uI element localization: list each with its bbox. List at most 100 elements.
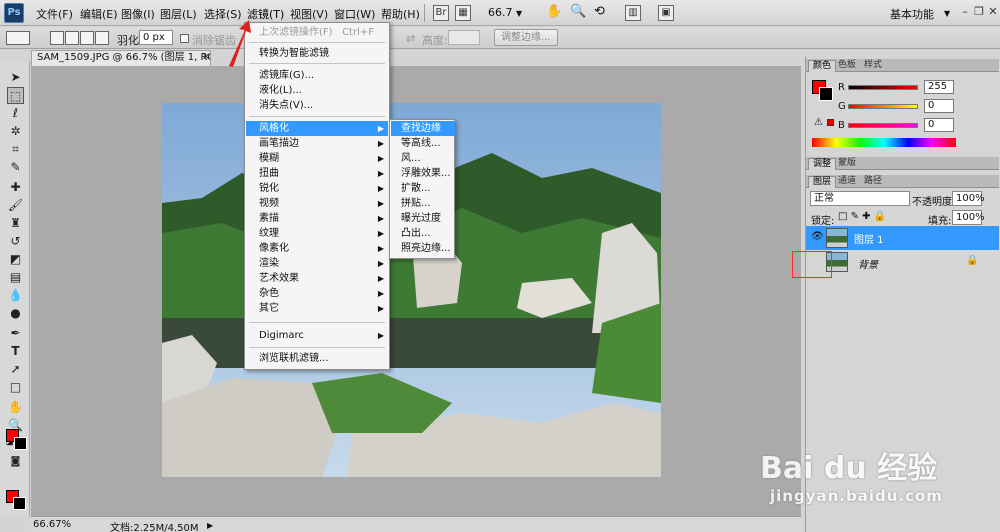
- menu-item-browse-filters-online[interactable]: 浏览联机滤镜...: [246, 351, 388, 366]
- close-icon[interactable]: ✕: [986, 5, 1000, 19]
- workspace-dropdown-icon[interactable]: ▼: [944, 9, 950, 18]
- tab-paths[interactable]: 路径: [860, 176, 886, 188]
- bg-color-preview[interactable]: [819, 87, 833, 101]
- g-slider[interactable]: [848, 104, 918, 109]
- zoom-dropdown-icon[interactable]: ▼: [516, 9, 522, 18]
- restore-icon[interactable]: ❐: [972, 5, 986, 19]
- layer-row[interactable]: 背景 🔒: [806, 250, 999, 274]
- pen-tool-icon[interactable]: ✒: [7, 325, 24, 342]
- layer-name[interactable]: 背景: [858, 256, 878, 271]
- zoom-tool-icon[interactable]: 🔍: [570, 4, 586, 19]
- menu-item-last-filter[interactable]: 上次滤镜操作(F) Ctrl+F: [246, 25, 388, 40]
- lock-icons[interactable]: □ ✎ ✚ 🔒: [838, 211, 886, 222]
- launch-bridge-icon[interactable]: Br: [433, 5, 449, 21]
- visibility-eye-icon[interactable]: 👁: [811, 231, 824, 242]
- menu-item-filter-gallery[interactable]: 滤镜库(G)...: [246, 68, 388, 83]
- feather-input[interactable]: 0 px: [139, 30, 173, 45]
- b-slider[interactable]: [848, 123, 918, 128]
- submenu-item-diffuse[interactable]: 扩散...: [391, 181, 455, 196]
- arrange-documents-icon[interactable]: ▥: [625, 5, 641, 21]
- dodge-tool-icon[interactable]: ●: [7, 305, 24, 322]
- submenu-item-emboss[interactable]: 浮雕效果...: [391, 166, 455, 181]
- background-color-chip[interactable]: [14, 437, 27, 450]
- minimize-icon[interactable]: –: [958, 5, 972, 19]
- menu-item-render[interactable]: 渲染 ▶: [246, 256, 388, 271]
- eraser-tool-icon[interactable]: ◩: [7, 251, 24, 268]
- submenu-item-wind[interactable]: 风...: [391, 151, 455, 166]
- close-document-icon[interactable]: ✕: [202, 52, 210, 63]
- tab-color[interactable]: 颜色: [808, 60, 837, 72]
- fill-input[interactable]: 100%: [952, 210, 985, 225]
- gamut-color-chip[interactable]: [827, 119, 834, 126]
- submenu-item-tiles[interactable]: 拼贴...: [391, 196, 455, 211]
- type-tool-icon[interactable]: T: [7, 343, 24, 360]
- hand-tool-icon[interactable]: ✋: [7, 399, 24, 416]
- gamut-warning-icon[interactable]: ⚠: [814, 117, 823, 128]
- tab-adjustments[interactable]: 调整: [808, 158, 837, 170]
- menu-file[interactable]: 文件(F): [36, 6, 73, 22]
- menu-item-sketch[interactable]: 素描 ▶: [246, 211, 388, 226]
- b-value[interactable]: 0: [924, 118, 954, 132]
- workspace-switcher[interactable]: 基本功能: [890, 6, 934, 22]
- magic-wand-icon[interactable]: ✲: [7, 123, 24, 140]
- zoom-status[interactable]: 66.67%: [33, 519, 71, 530]
- menu-item-sharpen[interactable]: 锐化 ▶: [246, 181, 388, 196]
- path-selection-icon[interactable]: ➚: [7, 361, 24, 378]
- menu-help[interactable]: 帮助(H): [381, 6, 420, 22]
- brush-tool-icon[interactable]: 🖌: [7, 197, 24, 214]
- status-menu-icon[interactable]: ▶: [207, 521, 213, 530]
- crop-tool-icon[interactable]: ⌗: [7, 141, 24, 158]
- menu-item-vanishing-point[interactable]: 消失点(V)...: [246, 98, 388, 113]
- rotate-view-icon[interactable]: ⟲: [594, 4, 605, 19]
- tab-layers[interactable]: 图层: [808, 176, 837, 188]
- height-input[interactable]: [448, 30, 480, 45]
- menu-layer[interactable]: 图层(L): [160, 6, 197, 22]
- gradient-tool-icon[interactable]: ▤: [7, 269, 24, 286]
- background-color-swatch[interactable]: [13, 497, 26, 510]
- menu-window[interactable]: 窗口(W): [334, 6, 375, 22]
- tool-preset-picker[interactable]: [6, 31, 30, 45]
- add-selection-icon[interactable]: [65, 31, 79, 45]
- r-value[interactable]: 255: [924, 80, 954, 94]
- menu-item-pixelate[interactable]: 像素化 ▶: [246, 241, 388, 256]
- tab-channels[interactable]: 通道: [834, 176, 860, 188]
- subtract-selection-icon[interactable]: [80, 31, 94, 45]
- opacity-input[interactable]: 100%: [952, 191, 985, 206]
- healing-brush-icon[interactable]: ✚: [7, 179, 24, 196]
- menu-item-digimarc[interactable]: Digimarc ▶: [246, 328, 388, 343]
- menu-item-noise[interactable]: 杂色 ▶: [246, 286, 388, 301]
- menu-image[interactable]: 图像(I): [121, 6, 155, 22]
- tab-styles[interactable]: 样式: [860, 60, 886, 72]
- menu-item-brush-strokes[interactable]: 画笔描边 ▶: [246, 136, 388, 151]
- menu-view[interactable]: 视图(V): [290, 6, 328, 22]
- marquee-tool-icon[interactable]: ⬚: [7, 87, 24, 104]
- menu-item-other[interactable]: 其它 ▶: [246, 301, 388, 316]
- move-tool-icon[interactable]: ➤: [7, 69, 24, 86]
- refine-edge-button[interactable]: 调整边缘...: [494, 29, 558, 46]
- blur-tool-icon[interactable]: 💧: [7, 287, 24, 304]
- document-tab[interactable]: SAM_1509.JPG @ 66.7% (图层 1, RGB/8) *: [31, 50, 211, 66]
- zoom-level[interactable]: 66.7: [488, 6, 513, 19]
- intersect-selection-icon[interactable]: [95, 31, 109, 45]
- layer-row-selected[interactable]: 👁 图层 1: [806, 226, 999, 250]
- r-slider[interactable]: [848, 85, 918, 90]
- lasso-tool-icon[interactable]: ℓ: [7, 105, 24, 122]
- submenu-item-trace-contour[interactable]: 等高线...: [391, 136, 455, 151]
- history-brush-icon[interactable]: ↺: [7, 233, 24, 250]
- menu-item-convert-smart-filters[interactable]: 转换为智能滤镜: [246, 46, 388, 61]
- quick-mask-icon[interactable]: ◙: [7, 453, 24, 470]
- menu-item-liquify[interactable]: 液化(L)...: [246, 83, 388, 98]
- submenu-item-glowing-edges[interactable]: 照亮边缘...: [391, 241, 455, 256]
- menu-item-stylize[interactable]: 风格化 ▶: [246, 121, 388, 136]
- submenu-item-solarize[interactable]: 曝光过度: [391, 211, 455, 226]
- hand-tool-icon[interactable]: ✋: [546, 4, 562, 19]
- view-extras-icon[interactable]: ▦: [455, 5, 471, 21]
- shape-tool-icon[interactable]: □: [7, 379, 24, 396]
- blend-mode-select[interactable]: 正常: [810, 191, 910, 206]
- tab-masks[interactable]: 蒙版: [834, 158, 860, 170]
- antialias-checkbox[interactable]: [180, 34, 189, 43]
- menu-item-video[interactable]: 视频 ▶: [246, 196, 388, 211]
- layer-name[interactable]: 图层 1: [854, 231, 884, 246]
- menu-item-blur[interactable]: 模糊 ▶: [246, 151, 388, 166]
- menu-item-artistic[interactable]: 艺术效果 ▶: [246, 271, 388, 286]
